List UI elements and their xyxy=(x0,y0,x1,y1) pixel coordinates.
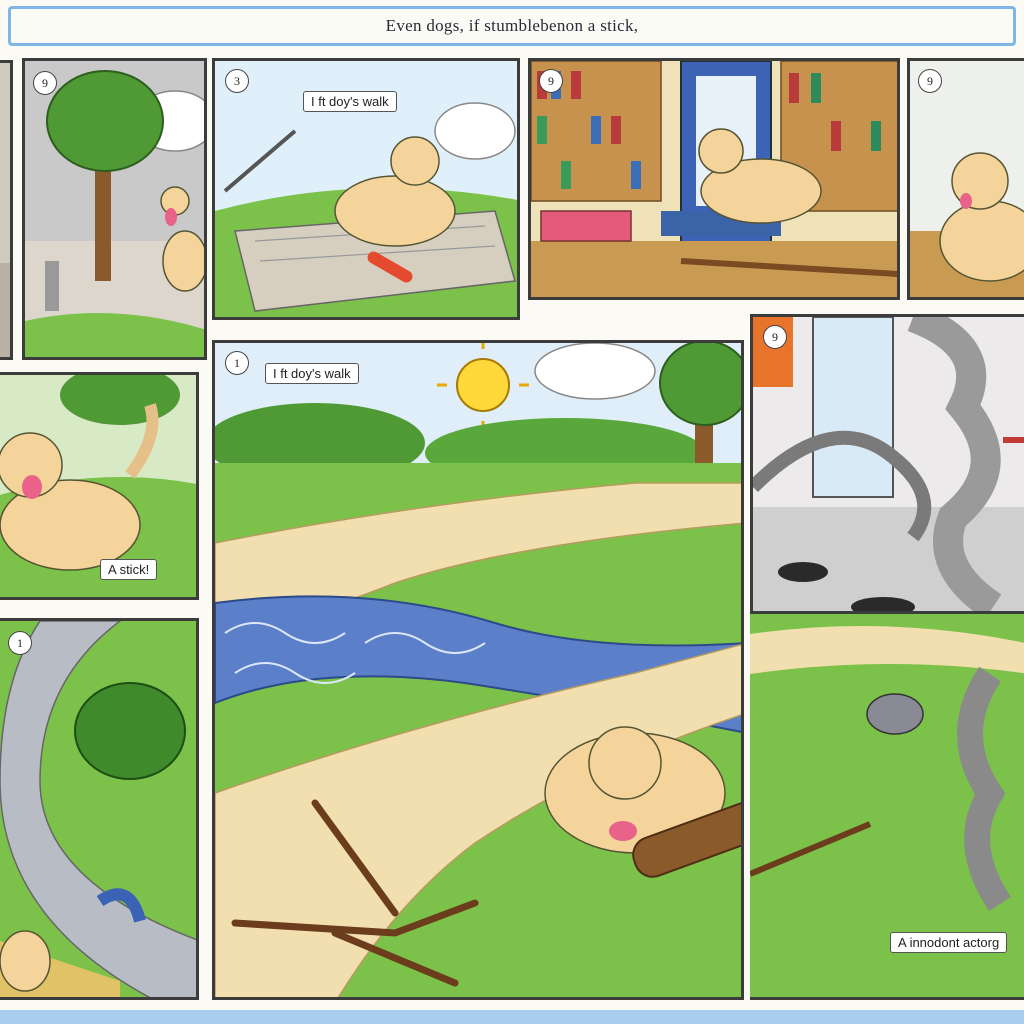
panel-number: 9 xyxy=(763,325,787,349)
panel-4-art xyxy=(531,61,897,297)
panel-4: 9 xyxy=(528,58,900,300)
panel-5: 9 xyxy=(907,58,1024,300)
panel-1-art xyxy=(0,63,10,357)
panel-7: 1 I ft doy's walk xyxy=(212,340,744,1000)
panel-caption: A innodont actorg xyxy=(890,932,1008,953)
panel-9-art xyxy=(0,621,196,997)
panel-8-art xyxy=(753,317,1024,611)
panel-5-art xyxy=(910,61,1024,297)
panel-number: 9 xyxy=(539,69,563,93)
page-title: Even dogs, if stumblebenon a stick, xyxy=(385,16,639,35)
panel-7-art xyxy=(215,343,741,997)
panel-number: 3 xyxy=(225,69,249,93)
panel-6: A stick! xyxy=(0,372,199,600)
panel-caption: I ft doy's walk xyxy=(303,91,397,112)
panel-number: 9 xyxy=(918,69,942,93)
panel-caption: I ft doy's walk xyxy=(265,363,359,384)
panel-number: 9 xyxy=(33,71,57,95)
panel-1 xyxy=(0,60,13,360)
panel-2: 9 xyxy=(22,58,207,360)
bottom-border xyxy=(0,1010,1024,1024)
title-banner: Even dogs, if stumblebenon a stick, xyxy=(8,6,1016,46)
panel-8: 9 xyxy=(750,314,1024,614)
comic-page: Even dogs, if stumblebenon a stick, 9 3 … xyxy=(0,0,1024,1024)
panel-2-art xyxy=(25,61,204,357)
panel-3: 3 I ft doy's walk xyxy=(212,58,520,320)
panel-9: 1 xyxy=(0,618,199,1000)
panel-caption: A stick! xyxy=(100,559,158,580)
panel-number: 1 xyxy=(225,351,249,375)
panel-10: A innodont actorg xyxy=(750,614,1024,1000)
panel-number: 1 xyxy=(8,631,32,655)
